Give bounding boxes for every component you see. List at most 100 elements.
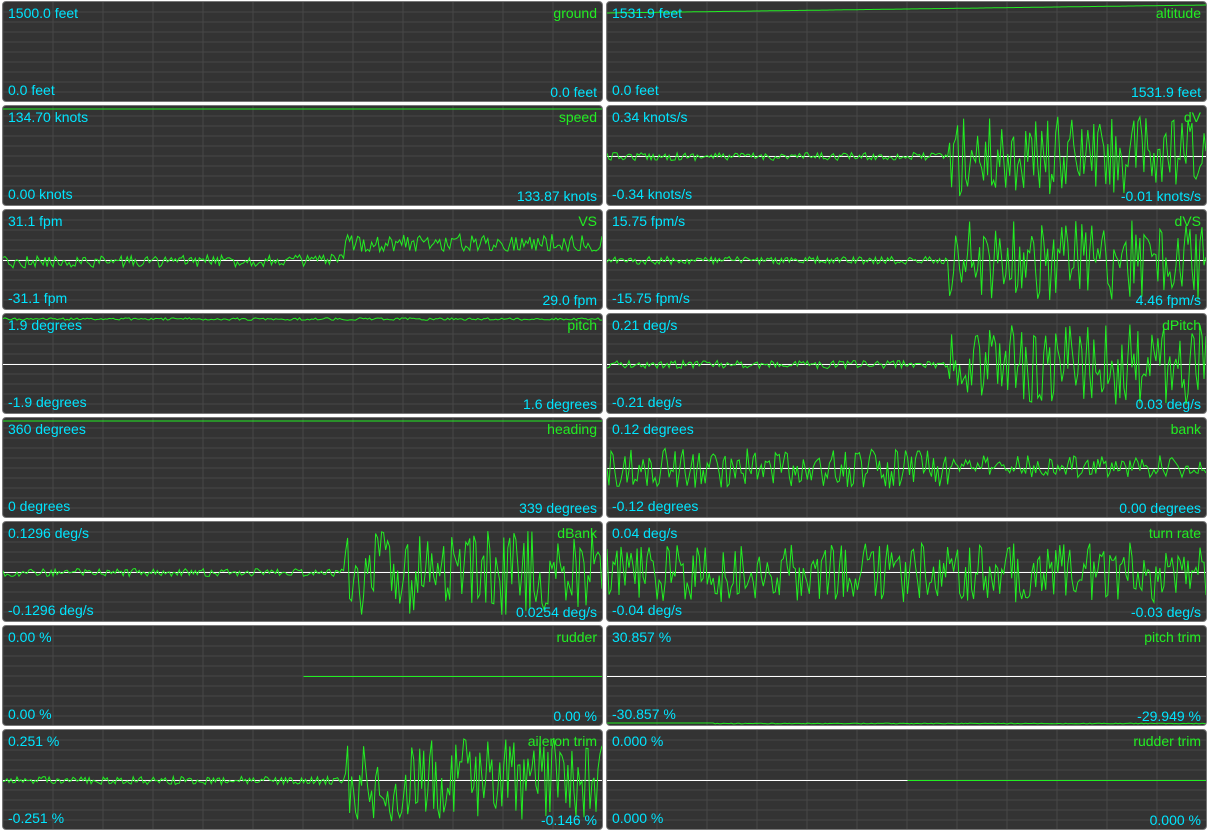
max-value-label: 30.857 % bbox=[612, 629, 672, 645]
max-value-label: 15.75 fpm/s bbox=[612, 213, 686, 229]
max-value-label: 0.1296 deg/s bbox=[8, 525, 89, 541]
panel-aileron-trim: 0.251 % -0.251 % -0.146 % aileron trim bbox=[2, 729, 603, 830]
panel-turn-rate: 0.04 deg/s -0.04 deg/s -0.03 deg/s turn rat… bbox=[606, 521, 1207, 622]
plot-rudder-trim bbox=[607, 730, 1206, 829]
plot-dv bbox=[607, 106, 1206, 205]
panel-pitch: 1.9 degrees -1.9 degrees 1.6 degrees pitch bbox=[2, 313, 603, 414]
plot-dpitch bbox=[607, 314, 1206, 413]
panel-bank: 0.12 degrees -0.12 degrees 0.00 degrees ban… bbox=[606, 417, 1207, 518]
current-value-label: 4.46 fpm/s bbox=[1135, 292, 1201, 308]
panel-title: rudder trim bbox=[1133, 733, 1201, 749]
max-value-label: 0.251 % bbox=[8, 733, 60, 749]
panel-title: pitch bbox=[567, 317, 597, 333]
min-value-label: -0.251 % bbox=[8, 810, 65, 826]
min-value-label: -0.34 knots/s bbox=[612, 186, 693, 202]
max-value-label: 0.21 deg/s bbox=[612, 317, 678, 333]
current-value-label: 29.0 fpm bbox=[542, 292, 597, 308]
panel-pitch-trim: 30.857 % -30.857 % -29.949 % pitch trim bbox=[606, 625, 1207, 726]
current-value-label: 0.00 degrees bbox=[1119, 500, 1201, 516]
plot-pitch-trim bbox=[607, 626, 1206, 725]
current-value-label: 0.000 % bbox=[1149, 812, 1201, 828]
panel-dv: 0.34 knots/s -0.34 knots/s -0.01 knots/s dV bbox=[606, 105, 1207, 206]
panel-title: ground bbox=[553, 5, 597, 21]
plot-altitude bbox=[607, 2, 1206, 101]
current-value-label: 0.0 feet bbox=[550, 84, 597, 100]
current-value-label: -0.03 deg/s bbox=[1130, 604, 1201, 620]
max-value-label: 1500.0 feet bbox=[8, 5, 79, 21]
min-value-label: -0.12 degrees bbox=[612, 498, 699, 514]
max-value-label: 0.04 deg/s bbox=[612, 525, 678, 541]
panel-altitude: 1531.9 feet 0.0 feet 1531.9 feet altitude bbox=[606, 1, 1207, 102]
max-value-label: 0.00 % bbox=[8, 629, 52, 645]
panel-dvs: 15.75 fpm/s -15.75 fpm/s 4.46 fpm/s dVS bbox=[606, 209, 1207, 310]
grid-lines bbox=[3, 418, 602, 517]
panel-title: VS bbox=[578, 213, 597, 229]
max-value-label: 134.70 knots bbox=[8, 109, 89, 125]
min-value-label: -0.21 deg/s bbox=[612, 394, 683, 410]
min-value-label: -0.1296 deg/s bbox=[8, 602, 94, 618]
panel-vs: 31.1 fpm -31.1 fpm 29.0 fpm VS bbox=[2, 209, 603, 310]
panel-title: heading bbox=[547, 421, 597, 437]
plot-rudder bbox=[3, 626, 602, 725]
current-value-label: 1531.9 feet bbox=[1130, 84, 1201, 100]
plot-heading bbox=[3, 418, 602, 517]
min-value-label: 0.000 % bbox=[612, 810, 664, 826]
max-value-label: 1531.9 feet bbox=[612, 5, 683, 21]
max-value-label: 360 degrees bbox=[8, 421, 86, 437]
current-value-label: -0.01 knots/s bbox=[1120, 188, 1201, 204]
telemetry-grid: 1500.0 feet 0.0 feet 0.0 feet ground 1531.9 … bbox=[0, 0, 1210, 834]
panel-title: pitch trim bbox=[1144, 629, 1201, 645]
panel-title: dVS bbox=[1174, 213, 1201, 229]
min-value-label: 0.00 % bbox=[8, 706, 52, 722]
panel-title: dBank bbox=[557, 525, 597, 541]
plot-vs bbox=[3, 210, 602, 309]
current-value-label: 0.03 deg/s bbox=[1135, 396, 1201, 412]
plot-ground bbox=[3, 2, 602, 101]
max-value-label: 0.12 degrees bbox=[612, 421, 694, 437]
current-value-label: 0.0254 deg/s bbox=[516, 604, 597, 620]
signal-trace bbox=[607, 722, 1206, 725]
plot-aileron-trim bbox=[3, 730, 602, 829]
current-value-label: -0.146 % bbox=[540, 812, 597, 828]
grid-lines bbox=[3, 2, 602, 101]
grid-lines bbox=[607, 2, 1206, 101]
plot-pitch bbox=[3, 314, 602, 413]
panel-title: dPitch bbox=[1162, 317, 1201, 333]
current-value-label: -29.949 % bbox=[1137, 708, 1201, 724]
panel-title: dV bbox=[1183, 109, 1201, 125]
max-value-label: 0.34 knots/s bbox=[612, 109, 688, 125]
current-value-label: 339 degrees bbox=[519, 500, 597, 516]
panel-speed: 134.70 knots 0.00 knots 133.87 knots speed bbox=[2, 105, 603, 206]
current-value-label: 0.00 % bbox=[553, 708, 597, 724]
panel-title: altitude bbox=[1155, 5, 1201, 21]
min-value-label: -31.1 fpm bbox=[8, 290, 68, 306]
panel-dbank: 0.1296 deg/s -0.1296 deg/s 0.0254 deg/s dBa… bbox=[2, 521, 603, 622]
panel-title: speed bbox=[558, 109, 597, 125]
plot-turn-rate bbox=[607, 522, 1206, 621]
plot-dvs bbox=[607, 210, 1206, 309]
current-value-label: 1.6 degrees bbox=[523, 396, 597, 412]
panel-rudder-trim: 0.000 % 0.000 % 0.000 % rudder trim bbox=[606, 729, 1207, 830]
max-value-label: 0.000 % bbox=[612, 733, 664, 749]
min-value-label: 0 degrees bbox=[8, 498, 71, 514]
max-value-label: 31.1 fpm bbox=[8, 213, 63, 229]
min-value-label: -30.857 % bbox=[612, 706, 676, 722]
panel-title: turn rate bbox=[1148, 525, 1201, 541]
panel-title: rudder bbox=[556, 629, 597, 645]
min-value-label: -15.75 fpm/s bbox=[612, 290, 690, 306]
panel-heading: 360 degrees 0 degrees 339 degrees heading bbox=[2, 417, 603, 518]
current-value-label: 133.87 knots bbox=[516, 188, 597, 204]
panel-ground: 1500.0 feet 0.0 feet 0.0 feet ground bbox=[2, 1, 603, 102]
panel-rudder: 0.00 % 0.00 % 0.00 % rudder bbox=[2, 625, 603, 726]
min-value-label: 0.0 feet bbox=[612, 82, 659, 98]
min-value-label: -0.04 deg/s bbox=[612, 602, 683, 618]
min-value-label: -1.9 degrees bbox=[8, 394, 87, 410]
panel-title: aileron trim bbox=[527, 733, 597, 749]
panel-dpitch: 0.21 deg/s -0.21 deg/s 0.03 deg/s dPitch bbox=[606, 313, 1207, 414]
panel-title: bank bbox=[1170, 421, 1201, 437]
max-value-label: 1.9 degrees bbox=[8, 317, 82, 333]
grid-lines bbox=[3, 106, 602, 205]
min-value-label: 0.0 feet bbox=[8, 82, 55, 98]
min-value-label: 0.00 knots bbox=[8, 186, 73, 202]
plot-speed bbox=[3, 106, 602, 205]
